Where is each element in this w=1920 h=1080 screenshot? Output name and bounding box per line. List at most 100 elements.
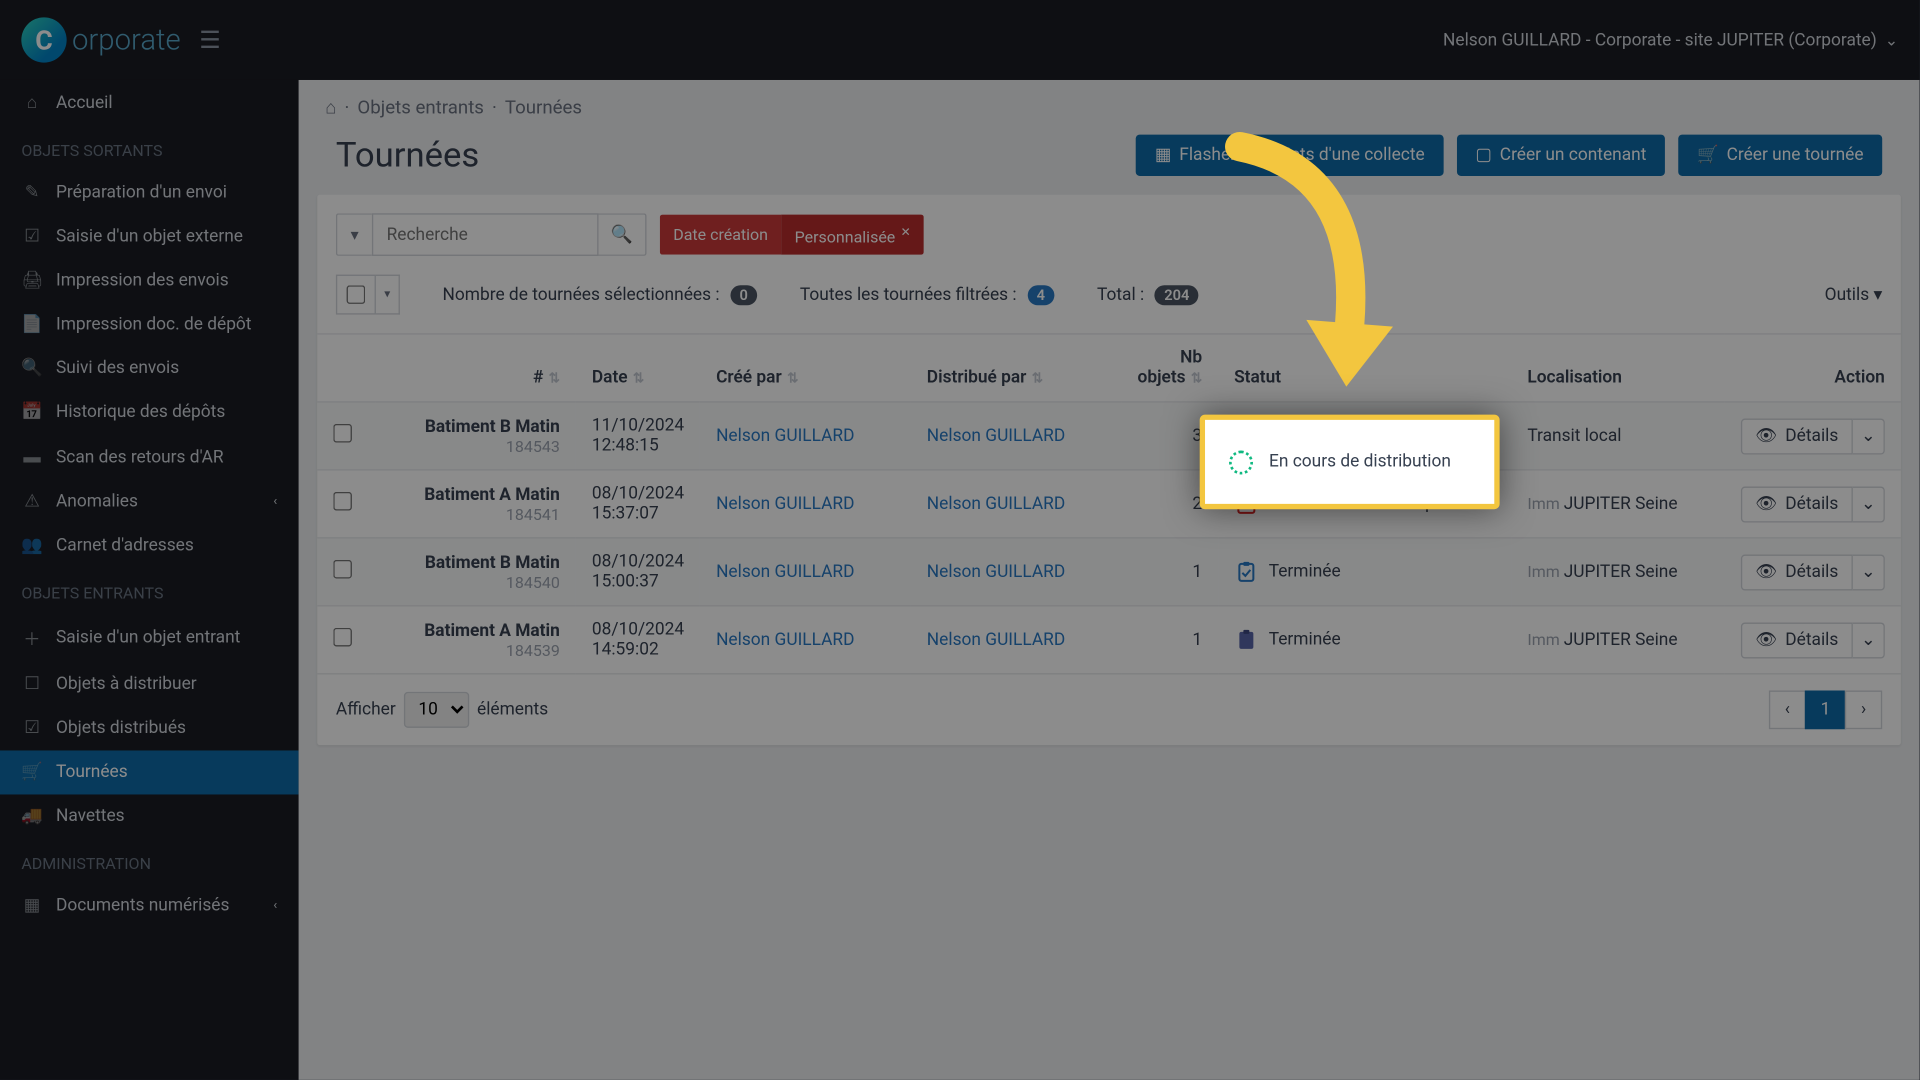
- sidebar-item[interactable]: ▦Documents numérisés‹: [0, 884, 299, 928]
- details-button[interactable]: 👁 Détails: [1741, 486, 1853, 522]
- sort-icon[interactable]: ⇅: [787, 372, 798, 387]
- sidebar-item[interactable]: ☑Saisie d'un objet externe: [0, 215, 299, 259]
- clipboard-icon: [1234, 628, 1258, 652]
- create-tour-button[interactable]: 🛒Créer une tournée: [1678, 135, 1882, 176]
- row-checkbox[interactable]: [333, 424, 352, 443]
- distributed-by-link[interactable]: Nelson GUILLARD: [927, 562, 1065, 582]
- user-label: Nelson GUILLARD - Corporate - site JUPIT…: [1443, 30, 1877, 50]
- sidebar-icon: ▬: [21, 447, 42, 468]
- sidebar-home[interactable]: ⌂Accueil: [0, 80, 299, 125]
- details-button[interactable]: 👁 Détails: [1741, 554, 1853, 590]
- sidebar-item[interactable]: 📄Impression doc. de dépôt: [0, 303, 299, 347]
- row-actions-dropdown[interactable]: ⌄: [1853, 622, 1885, 658]
- sort-icon[interactable]: ⇅: [1191, 372, 1202, 387]
- page-title: Tournées: [336, 135, 479, 175]
- sidebar-section-out: OBJETS SORTANTS: [0, 125, 299, 170]
- eye-icon: 👁: [1755, 630, 1777, 650]
- pagesize-select[interactable]: 10: [404, 692, 469, 728]
- flash-button[interactable]: ▦Flasher les objets d'une collecte: [1136, 135, 1443, 176]
- search-button[interactable]: 🔍: [599, 213, 647, 256]
- filtered-label: Toutes les tournées filtrées :: [800, 285, 1017, 305]
- row-checkbox[interactable]: [333, 628, 352, 647]
- created-by-link[interactable]: Nelson GUILLARD: [716, 630, 854, 650]
- breadcrumb-b: Tournées: [505, 97, 582, 118]
- sidebar-item[interactable]: ⚠Anomalies‹: [0, 480, 299, 524]
- tools-dropdown[interactable]: Outils ▾: [1825, 285, 1883, 305]
- row-checkbox[interactable]: [333, 492, 352, 511]
- sidebar-section-in: OBJETS ENTRANTS: [0, 568, 299, 613]
- menu-toggle-icon[interactable]: ☰: [199, 26, 221, 54]
- search-filter-dropdown[interactable]: ▾: [336, 213, 372, 256]
- distributed-by-link[interactable]: Nelson GUILLARD: [927, 630, 1065, 650]
- sidebar-item[interactable]: ＋Saisie d'un objet entrant: [0, 613, 299, 662]
- sidebar-item[interactable]: ☐Objets à distribuer: [0, 663, 299, 707]
- remove-tag-icon[interactable]: ✕: [901, 226, 911, 239]
- table-row: Batiment B Matin184543 11/10/202412:48:1…: [317, 402, 1901, 470]
- created-by-link[interactable]: Nelson GUILLARD: [716, 426, 854, 446]
- search-input[interactable]: [372, 213, 599, 256]
- sidebar-item[interactable]: 📅Historique des dépôts: [0, 391, 299, 435]
- sidebar-item[interactable]: 👥Carnet d'adresses: [0, 524, 299, 568]
- row-actions-dropdown[interactable]: ⌄: [1853, 554, 1885, 590]
- topbar: C orporate ☰ Nelson GUILLARD - Corporate…: [0, 0, 1920, 80]
- logo[interactable]: C orporate: [21, 17, 180, 62]
- eye-icon: 👁: [1755, 426, 1777, 446]
- breadcrumb-home-icon[interactable]: ⌂: [325, 96, 336, 119]
- cart-icon: 🛒: [1697, 145, 1719, 165]
- sidebar-icon: 🔍: [21, 359, 42, 379]
- sidebar-item[interactable]: ▬Scan des retours d'AR: [0, 435, 299, 480]
- select-all-dropdown[interactable]: ▾: [376, 275, 400, 315]
- filtered-count: 4: [1027, 285, 1054, 305]
- page-current[interactable]: 1: [1805, 690, 1847, 729]
- chevron-left-icon: ‹: [273, 495, 277, 510]
- created-by-link[interactable]: Nelson GUILLARD: [716, 562, 854, 582]
- eye-icon: 👁: [1755, 494, 1777, 514]
- page-next[interactable]: ›: [1845, 690, 1882, 729]
- grid-icon: ▦: [1155, 145, 1171, 165]
- elements-label: éléments: [477, 700, 548, 720]
- caret-down-icon: ▾: [1873, 285, 1882, 305]
- table-row: Batiment B Matin184540 08/10/202415:00:3…: [317, 538, 1901, 606]
- sort-icon[interactable]: ⇅: [633, 372, 644, 387]
- search-icon: 🔍: [611, 225, 633, 245]
- sidebar-item[interactable]: ✎Préparation d'un envoi: [0, 171, 299, 215]
- sidebar-item[interactable]: 🖨Impression des envois: [0, 259, 299, 303]
- select-all-checkbox[interactable]: [336, 275, 376, 315]
- details-button[interactable]: 👁 Détails: [1741, 418, 1853, 454]
- user-menu[interactable]: Nelson GUILLARD - Corporate - site JUPIT…: [1443, 30, 1898, 50]
- sidebar-icon: 📄: [21, 315, 42, 335]
- logo-icon: C: [21, 17, 66, 62]
- sidebar-item[interactable]: 🚚Navettes: [0, 794, 299, 838]
- breadcrumb: ⌂ · Objets entrants · Tournées: [299, 80, 1920, 135]
- sidebar-item[interactable]: ☑Objets distribués: [0, 706, 299, 750]
- caret-down-icon: ▾: [351, 225, 359, 244]
- create-container-button[interactable]: ▢Créer un contenant: [1457, 135, 1665, 176]
- total-label: Total :: [1097, 285, 1144, 305]
- sidebar-icon: ▦: [21, 896, 42, 916]
- row-actions-dropdown[interactable]: ⌄: [1853, 486, 1885, 522]
- tours-table: #⇅ Date⇅ Créé par⇅ Distribué par⇅ Nb obj…: [317, 333, 1901, 674]
- selected-count: 0: [730, 285, 757, 305]
- progress-icon: [1229, 450, 1253, 474]
- filter-tag[interactable]: Date création Personnalisée✕: [660, 215, 924, 255]
- sidebar: ⌂Accueil OBJETS SORTANTS ✎Préparation d'…: [0, 80, 299, 1080]
- sidebar-icon: ☐: [21, 674, 42, 694]
- sidebar-item[interactable]: 🛒Tournées: [0, 750, 299, 794]
- distributed-by-link[interactable]: Nelson GUILLARD: [927, 494, 1065, 514]
- sidebar-icon: 👥: [21, 536, 42, 556]
- row-actions-dropdown[interactable]: ⌄: [1853, 418, 1885, 454]
- sidebar-item[interactable]: 🔍Suivi des envois: [0, 347, 299, 391]
- selected-label: Nombre de tournées sélectionnées :: [443, 285, 720, 305]
- chevron-left-icon: ‹: [273, 898, 277, 913]
- panel: ▾ 🔍 Date création Personnalisée✕ ▾ Nombr…: [317, 195, 1901, 746]
- breadcrumb-a[interactable]: Objets entrants: [357, 97, 484, 118]
- distributed-by-link[interactable]: Nelson GUILLARD: [927, 426, 1065, 446]
- details-button[interactable]: 👁 Détails: [1741, 622, 1853, 658]
- row-checkbox[interactable]: [333, 560, 352, 579]
- sort-icon[interactable]: ⇅: [549, 372, 560, 387]
- eye-icon: 👁: [1755, 562, 1777, 582]
- sort-icon[interactable]: ⇅: [1032, 372, 1043, 387]
- pagination: ‹ 1 ›: [1770, 690, 1882, 729]
- page-prev[interactable]: ‹: [1769, 690, 1806, 729]
- created-by-link[interactable]: Nelson GUILLARD: [716, 494, 854, 514]
